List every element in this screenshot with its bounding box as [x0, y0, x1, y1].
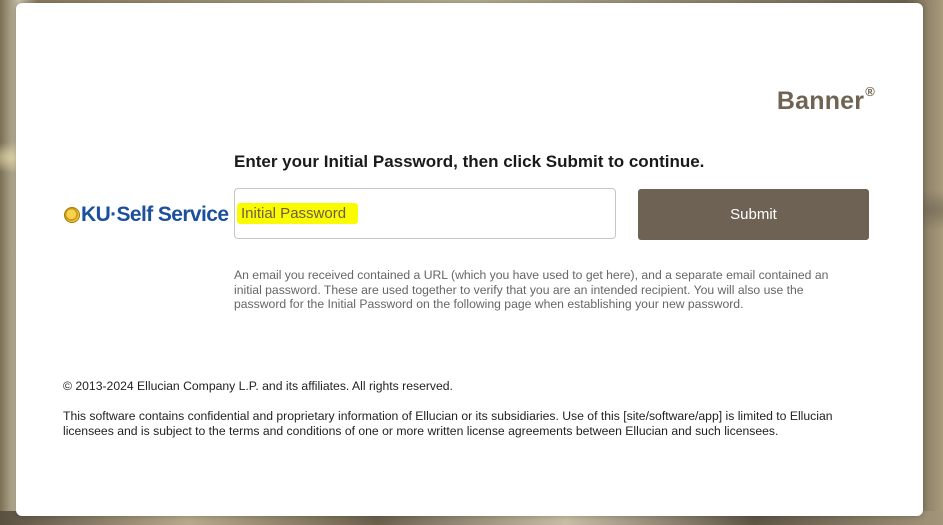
copyright-text: © 2013-2024 Ellucian Company L.P. and it… — [63, 379, 453, 393]
seal-icon — [64, 207, 80, 223]
help-text: An email you received contained a URL (w… — [234, 268, 829, 311]
submit-button[interactable]: Submit — [638, 189, 869, 240]
instruction-heading: Enter your Initial Password, then click … — [234, 152, 705, 171]
ku-self-service-logo: KU·Self Service — [64, 203, 229, 227]
initial-password-field[interactable]: Initial Password — [234, 188, 616, 239]
legal-notice: This software contains confidential and … — [63, 409, 833, 438]
registered-mark: ® — [865, 83, 875, 99]
initial-password-input[interactable] — [235, 189, 615, 238]
login-card: Banner® KU·Self Service Enter your Initi… — [16, 3, 923, 516]
logo-text: KU·Self Service — [81, 203, 229, 226]
brand-name: Banner — [776, 87, 865, 115]
banner-brand: Banner® — [776, 83, 875, 116]
